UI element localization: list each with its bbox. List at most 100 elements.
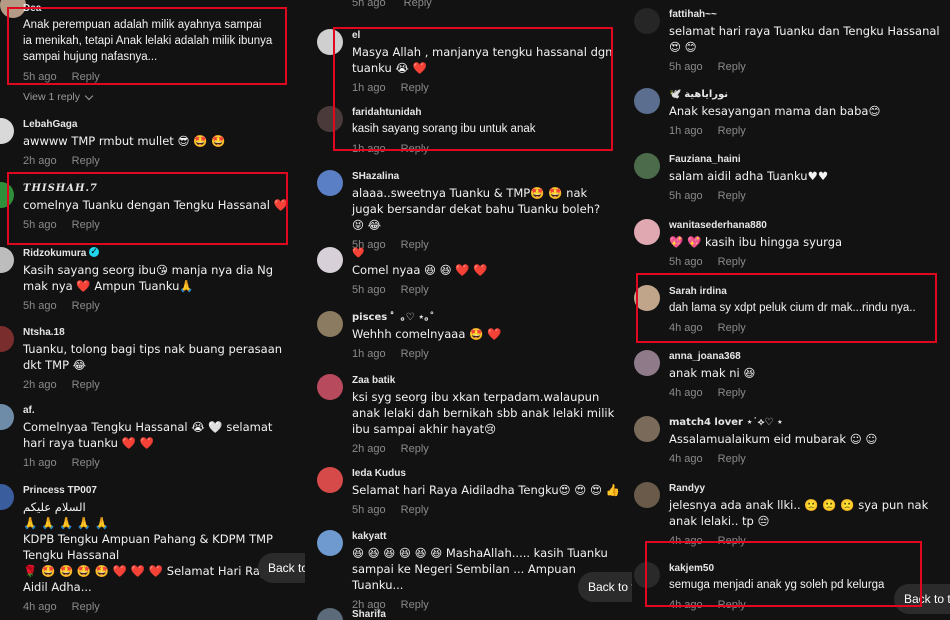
comment-text: salam aidil adha Tuanku♥♥ bbox=[669, 169, 829, 183]
comment-username[interactable]: faridahtunidah bbox=[352, 106, 628, 119]
avatar[interactable] bbox=[634, 350, 660, 376]
comment-time: 4h ago bbox=[669, 453, 703, 465]
comment-text: Comelnyaa Tengku Hassanal 😭 🤍 selamat ha… bbox=[23, 420, 273, 450]
comment-time: 2h ago bbox=[23, 155, 57, 167]
reply-button[interactable]: Reply bbox=[718, 256, 746, 268]
reply-button[interactable]: Reply bbox=[718, 322, 746, 334]
avatar[interactable] bbox=[634, 153, 660, 179]
comment-time: 1h ago bbox=[352, 143, 386, 155]
comment-time: 4h ago bbox=[669, 599, 703, 611]
avatar[interactable] bbox=[634, 416, 660, 442]
comment-username[interactable]: kakyatt bbox=[352, 530, 628, 543]
avatar[interactable] bbox=[317, 530, 343, 556]
reply-button[interactable]: Reply bbox=[718, 599, 746, 611]
comment-username[interactable]: Fauziana_haini bbox=[669, 153, 946, 166]
comment-text: 💖 💖 kasih ibu hingga syurga bbox=[669, 235, 843, 249]
avatar[interactable] bbox=[317, 106, 343, 132]
view-replies-label: View 1 reply bbox=[23, 91, 81, 103]
reply-button[interactable]: Reply bbox=[718, 535, 746, 547]
comment-username[interactable]: THISHAH.7 bbox=[23, 182, 301, 195]
view-replies-button[interactable]: View 1 reply bbox=[23, 91, 301, 103]
reply-button[interactable]: Reply bbox=[72, 300, 100, 312]
comment-username[interactable]: 🕊️ نوراياهية bbox=[669, 88, 946, 101]
avatar[interactable] bbox=[634, 88, 660, 114]
reply-button[interactable]: Reply bbox=[718, 453, 746, 465]
comment-text: kasih sayang sorang ibu untuk anak bbox=[352, 123, 536, 135]
reply-button[interactable]: Reply bbox=[72, 71, 100, 83]
comment-text: anak mak ni 😆 bbox=[669, 366, 756, 380]
reply-button[interactable]: Reply bbox=[72, 219, 100, 231]
comments-column-1: Dea Anak perempuan adalah milik ayahnya … bbox=[0, 0, 305, 620]
reply-button[interactable]: Reply bbox=[718, 387, 746, 399]
reply-button[interactable]: Reply bbox=[401, 504, 429, 516]
reply-button[interactable]: Reply bbox=[401, 443, 429, 455]
avatar[interactable] bbox=[634, 562, 660, 588]
avatar[interactable] bbox=[634, 482, 660, 508]
comment-time: 5h ago bbox=[669, 256, 703, 268]
avatar[interactable] bbox=[317, 608, 343, 620]
avatar[interactable] bbox=[0, 247, 14, 273]
reply-button[interactable]: Reply bbox=[401, 348, 429, 360]
reply-button[interactable]: Reply bbox=[401, 284, 429, 296]
reply-button[interactable]: Reply bbox=[72, 601, 100, 613]
avatar[interactable] bbox=[317, 29, 343, 55]
avatar[interactable] bbox=[634, 285, 660, 311]
comment-username[interactable]: Sarah irdina bbox=[669, 285, 946, 298]
back-to-top-button[interactable]: Back to top bbox=[258, 553, 305, 583]
comment-time: 4h ago bbox=[669, 387, 703, 399]
comment-time: 5h ago bbox=[23, 300, 57, 312]
comment-time: 1h ago bbox=[352, 348, 386, 360]
comment-time: 5h ago bbox=[669, 190, 703, 202]
comment-time: 1h ago bbox=[23, 457, 57, 469]
comment-username[interactable]: Randyy bbox=[669, 482, 946, 495]
comment-text: dah lama sy xdpt peluk cium dr mak...rin… bbox=[669, 302, 916, 314]
reply-button[interactable]: Reply bbox=[72, 379, 100, 391]
comment-username[interactable]: Sharifa bbox=[352, 608, 628, 620]
avatar[interactable] bbox=[317, 247, 343, 273]
comment-time: 1h ago bbox=[669, 125, 703, 137]
avatar[interactable] bbox=[0, 118, 14, 144]
reply-button[interactable]: Reply bbox=[401, 82, 429, 94]
comment-username[interactable]: Ntsha.18 bbox=[23, 326, 301, 339]
comment-username[interactable]: el bbox=[352, 29, 628, 42]
comment-username[interactable]: fattihah~~ bbox=[669, 8, 946, 21]
avatar[interactable] bbox=[0, 182, 14, 208]
reply-button[interactable]: Reply bbox=[718, 125, 746, 137]
reply-button[interactable]: Reply bbox=[404, 0, 432, 9]
comment-username[interactable]: anna_joana368 bbox=[669, 350, 946, 363]
avatar[interactable] bbox=[634, 219, 660, 245]
comment-username[interactable]: ❤️ bbox=[352, 247, 628, 260]
avatar[interactable] bbox=[634, 8, 660, 34]
avatar[interactable] bbox=[317, 170, 343, 196]
reply-button[interactable]: Reply bbox=[72, 155, 100, 167]
comment-text: comelnya Tuanku dengan Tengku Hassanal ❤… bbox=[23, 198, 288, 212]
reply-button[interactable]: Reply bbox=[718, 190, 746, 202]
comment-username[interactable]: af. bbox=[23, 404, 301, 417]
reply-button[interactable]: Reply bbox=[401, 143, 429, 155]
avatar[interactable] bbox=[317, 467, 343, 493]
comment-username[interactable]: kakjem50 bbox=[669, 562, 946, 575]
avatar[interactable] bbox=[0, 404, 14, 430]
comment-username[interactable]: Ieda Kudus bbox=[352, 467, 628, 480]
comment-username[interactable]: SHazalina bbox=[352, 170, 628, 183]
reply-button[interactable]: Reply bbox=[718, 61, 746, 73]
comment-username[interactable]: match4 lover ⋆˙⟡♡ ⋆ bbox=[669, 416, 946, 429]
comment-username[interactable]: pisces ゜｡♡ ⋆｡˚ bbox=[352, 311, 628, 324]
reply-button[interactable]: Reply bbox=[72, 457, 100, 469]
comment-username[interactable]: Princess TP007 bbox=[23, 484, 301, 497]
comment-text: selamat hari raya Tuanku dan Tengku Hass… bbox=[669, 24, 940, 54]
avatar[interactable] bbox=[317, 374, 343, 400]
avatar[interactable] bbox=[0, 484, 14, 510]
back-to-top-button[interactable]: Back to top bbox=[894, 584, 950, 614]
comment-text: Masya Allah , manjanya tengku hassanal d… bbox=[352, 45, 613, 75]
comment-username[interactable]: Dea bbox=[23, 2, 301, 15]
avatar[interactable] bbox=[0, 326, 14, 352]
comments-column-2: 5h ago Reply el Masya Allah , manjanya te… bbox=[315, 0, 632, 620]
comment-username[interactable]: Zaa batik bbox=[352, 374, 628, 387]
comment-username[interactable]: Ridzokumura bbox=[23, 245, 301, 260]
avatar[interactable] bbox=[317, 311, 343, 337]
back-to-top-button[interactable]: Back to top bbox=[578, 572, 632, 602]
comment-username[interactable]: LebahGaga bbox=[23, 118, 301, 131]
comment-time: 5h ago bbox=[23, 71, 57, 83]
comment-username[interactable]: wanitasederhana880 bbox=[669, 219, 946, 232]
